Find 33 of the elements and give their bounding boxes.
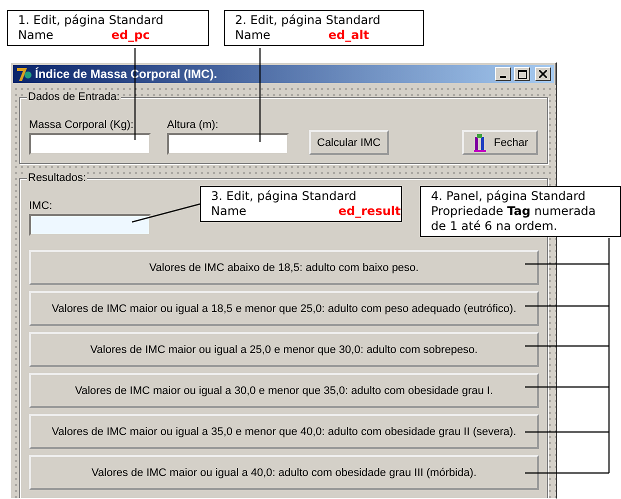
name-label: Name [18, 28, 54, 43]
name-label: Name [235, 28, 270, 43]
minimize-button[interactable] [495, 67, 511, 81]
range-panel: Valores de IMC maior ou igual a 35,0 e menor que 40,0: adulto com obesidade grau II (severa). [29, 414, 539, 449]
name-label: Name [211, 204, 246, 219]
group-title: Dados de Entrada: [27, 91, 121, 103]
range-panel: Valores de IMC maior ou igual a 40,0: adulto com obesidade grau III (mórbida). [29, 455, 539, 490]
app-logo-icon [16, 66, 32, 82]
range-panel: Valores de IMC abaixo de 18,5: adulto com baixo peso. [29, 250, 539, 285]
close-icon [539, 70, 547, 78]
name-value: ed_alt [328, 28, 370, 43]
calculate-button[interactable]: Calcular IMC [309, 130, 389, 155]
group-title: Resultados: [27, 172, 88, 184]
door-figure-icon [472, 134, 488, 152]
callout-text: 4. Panel, página Standard Propriedade Tag numerada de 1 até 6 na ordem. [431, 189, 597, 234]
field-label: Massa Corporal (Kg): [29, 119, 135, 131]
name-value: ed_result [338, 204, 401, 219]
close-button[interactable] [535, 67, 551, 81]
callout-text: 1. Edit, página Standard [18, 13, 164, 28]
field-label: Altura (m): [167, 119, 220, 131]
callout-text: 3. Edit, página Standard [211, 189, 358, 204]
range-panel: Valores de IMC maior ou igual a 30,0 e menor que 35,0: adulto com obesidade grau I. [29, 373, 539, 408]
close-form-button[interactable]: Fechar [462, 130, 538, 155]
maximize-icon [518, 70, 526, 78]
name-value: ed_pc [111, 28, 150, 43]
range-panel: Valores de IMC maior ou igual a 18,5 e menor que 25,0: adulto com peso adequado (eutrófico). [29, 291, 539, 326]
range-panel: Valores de IMC maior ou igual a 25,0 e menor que 30,0: adulto com sobrepeso. [29, 332, 539, 367]
input-field[interactable] [167, 133, 289, 155]
field-label: IMC: [29, 200, 54, 212]
callout-text: 2. Edit, página Standard [235, 13, 382, 28]
result-field[interactable] [29, 214, 151, 236]
input-field[interactable] [29, 133, 151, 155]
maximize-button[interactable] [514, 67, 530, 81]
